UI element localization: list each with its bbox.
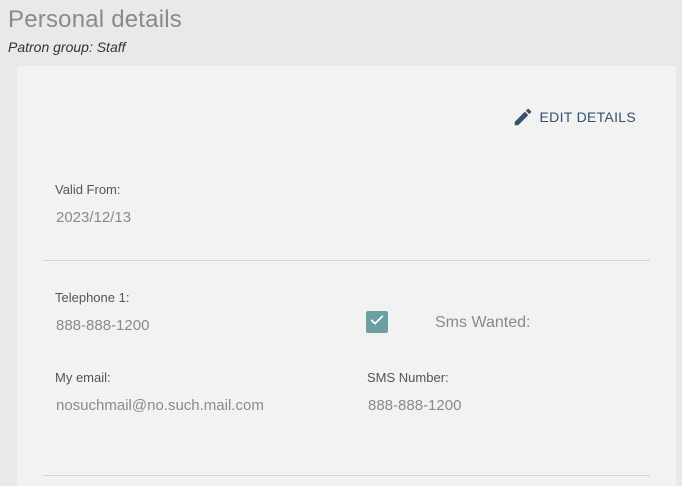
sms-number-label: SMS Number: (367, 370, 449, 385)
valid-from-value: 2023/12/13 (56, 209, 132, 226)
sms-wanted-checkbox[interactable] (366, 311, 388, 333)
telephone-value: 888-888-1200 (56, 317, 150, 334)
email-label: My email: (55, 370, 111, 385)
sms-wanted-label: Sms Wanted: (435, 314, 531, 331)
bottom-divider (43, 475, 650, 476)
personal-details-card: EDIT DETAILS Valid From: 2023/12/13 Tele… (17, 66, 676, 486)
patron-group: Patron group: Staff (8, 39, 126, 55)
check-icon (369, 312, 385, 333)
edit-details-button[interactable]: EDIT DETAILS (512, 106, 636, 128)
sms-number-value: 888-888-1200 (368, 397, 462, 414)
page: Personal details Patron group: Staff EDI… (0, 0, 682, 486)
edit-details-label: EDIT DETAILS (539, 109, 636, 125)
telephone-label: Telephone 1: (55, 290, 130, 305)
section-divider (43, 260, 650, 261)
email-value: nosuchmail@no.such.mail.com (56, 397, 264, 414)
valid-from-label: Valid From: (55, 182, 121, 197)
page-title: Personal details (8, 6, 182, 33)
pencil-icon (512, 106, 534, 128)
